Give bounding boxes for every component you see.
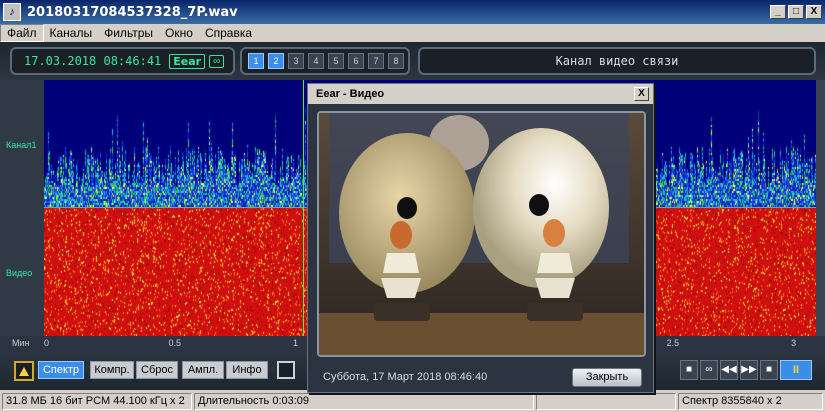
info-button[interactable]: Инфо (226, 361, 268, 379)
window-title: 20180317084537328_7P.wav (27, 4, 238, 20)
up-triangle-button[interactable] (14, 361, 34, 381)
channel-button-5[interactable]: 5 (328, 53, 344, 69)
stop-icon[interactable]: ■ (760, 360, 778, 380)
channel-name: Канал видео связи (555, 54, 679, 68)
loop-icon[interactable]: ∞ (209, 54, 225, 68)
minimize-button[interactable]: _ (770, 5, 786, 19)
stop-square-icon[interactable]: ■ (680, 360, 698, 380)
status-spectrum: Спектр 8355840 x 2 (678, 392, 823, 410)
video-dialog: Eear - Видео X Суббота, 17 Март 2018 08:… (307, 83, 654, 393)
spectr-button[interactable]: Спектр (38, 361, 84, 379)
menu-file[interactable]: Файл (0, 24, 44, 42)
square-button[interactable] (277, 361, 295, 379)
app-icon[interactable]: ♪ (3, 3, 21, 21)
channel-button-8[interactable]: 8 (388, 53, 404, 69)
channel-selector: 12345678 (240, 47, 410, 75)
channel-button-7[interactable]: 7 (368, 53, 384, 69)
app-window: ♪ 20180317084537328_7P.wav _ □ X Файл Ка… (0, 0, 825, 412)
track2-label: Видео (6, 268, 33, 278)
ruler-tick-label: 0 (44, 338, 50, 348)
ampl-button[interactable]: Ампл. (182, 361, 224, 379)
video-image (319, 113, 644, 355)
dialog-title-bar[interactable]: Eear - Видео X (308, 84, 653, 104)
datetime-text: 17.03.2018 08:46:41 (24, 54, 162, 68)
channel-button-2[interactable]: 2 (268, 53, 284, 69)
vertical-scrollbar[interactable] (816, 80, 825, 336)
dialog-footer: Суббота, 17 Март 2018 08:46:40 Закрыть (317, 365, 646, 389)
status-duration: Длительность 0:03:09 (194, 392, 534, 410)
ruler-tick-label: 2.5 (666, 338, 680, 348)
menu-filters[interactable]: Фильтры (98, 24, 159, 42)
playback-cursor[interactable] (303, 80, 304, 336)
ruler-tick-label: 3 (791, 338, 797, 348)
channel-name-display: Канал видео связи (418, 47, 816, 75)
status-file-info: 31.8 МБ 16 бит PCM 44.100 кГц x 2 (2, 392, 192, 410)
dialog-title: Eear - Видео (316, 88, 385, 100)
menu-help[interactable]: Справка (199, 24, 258, 42)
rewind-icon[interactable]: ◀◀ (720, 360, 738, 380)
ruler-tick-label: 1 (293, 338, 299, 348)
dialog-close-x[interactable]: X (634, 87, 649, 101)
datetime-display: 17.03.2018 08:46:41 Eear ∞ (10, 47, 235, 75)
channel-button-4[interactable]: 4 (308, 53, 324, 69)
pause-button[interactable]: II (780, 360, 812, 380)
eear-badge[interactable]: Eear (169, 53, 206, 69)
track-labels: Канал1 Видео (0, 80, 44, 336)
title-bar[interactable]: ♪ 20180317084537328_7P.wav _ □ X (0, 0, 825, 24)
channel-button-6[interactable]: 6 (348, 53, 364, 69)
channel-button-1[interactable]: 1 (248, 53, 264, 69)
reset-button[interactable]: Сброс (136, 361, 178, 379)
close-button[interactable]: X (806, 5, 822, 19)
status-bar: 31.8 МБ 16 бит PCM 44.100 кГц x 2 Длител… (0, 390, 825, 412)
top-toolbar: 17.03.2018 08:46:41 Eear ∞ 12345678 Кана… (0, 42, 825, 80)
ruler-tick-label: 0.5 (168, 338, 182, 348)
dialog-close-button[interactable]: Закрыть (572, 368, 642, 387)
ruler-unit: Мин (12, 338, 30, 348)
menu-bar: Файл Каналы Фильтры Окно Справка (0, 24, 825, 42)
channel-button-3[interactable]: 3 (288, 53, 304, 69)
loop-play-icon[interactable]: ∞ (700, 360, 718, 380)
compr-button[interactable]: Компр. (90, 361, 134, 379)
triangle-up-icon (19, 366, 29, 376)
video-frame (317, 111, 646, 357)
track1-label: Канал1 (6, 140, 37, 150)
dialog-date: Суббота, 17 Март 2018 08:46:40 (323, 371, 488, 383)
maximize-button[interactable]: □ (788, 5, 804, 19)
status-extra (536, 392, 676, 410)
forward-icon[interactable]: ▶▶ (740, 360, 758, 380)
menu-window[interactable]: Окно (159, 24, 199, 42)
menu-channels[interactable]: Каналы (44, 24, 99, 42)
